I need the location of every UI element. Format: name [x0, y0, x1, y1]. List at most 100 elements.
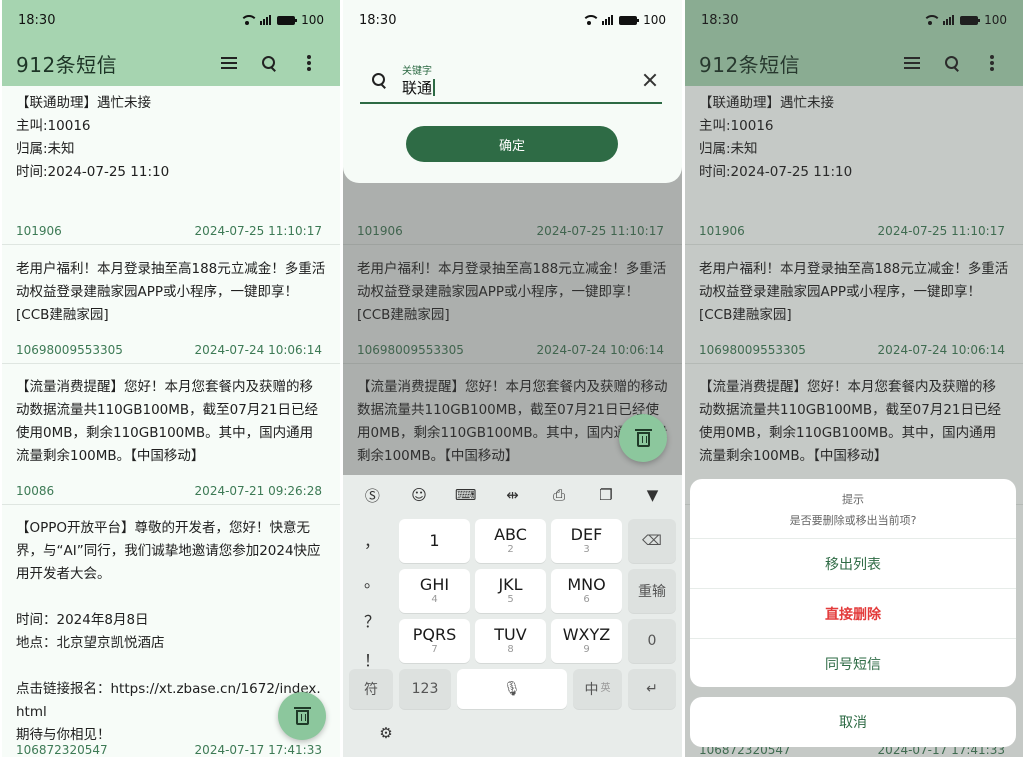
list-item[interactable]: 【联通助理】遇忙未接 主叫:10016 归属:未知 时间:2024-07-25 … — [2, 86, 340, 245]
key-label: 重输 — [638, 584, 666, 600]
search-icon — [262, 56, 276, 70]
key-6[interactable]: MNO 6 — [551, 569, 622, 613]
clipboard-icon[interactable]: ❐ — [593, 482, 619, 508]
signal-icon — [260, 15, 272, 25]
enter-icon: ↵ — [646, 681, 658, 697]
cursor-move-icon[interactable]: ⇹ — [499, 482, 525, 508]
microphone-icon: 🎙 — [503, 681, 521, 697]
app-bar: 912条短信 — [2, 40, 340, 86]
enter-key[interactable]: ↵ — [628, 669, 676, 709]
ime-logo-icon[interactable]: Ⓢ — [359, 482, 385, 508]
collapse-icon[interactable]: ▼ — [640, 482, 666, 508]
key-label: 0 — [647, 633, 657, 649]
key-label: PQRS — [412, 625, 457, 644]
message-time: 2024-07-24 10:06:14 — [194, 343, 322, 357]
key-digit: 4 — [431, 594, 438, 605]
message-sender: 106872320547 — [16, 743, 108, 757]
key-5[interactable]: JKL 5 — [475, 569, 546, 613]
bookmark-icon[interactable]: ⎙ — [546, 482, 572, 508]
key-label: 中 — [584, 682, 599, 698]
cancel-button[interactable]: 取消 — [690, 697, 1016, 747]
keyword-label: 关键字 — [402, 66, 432, 77]
key-label: TUV — [494, 625, 527, 644]
message-time: 2024-07-21 09:26:28 — [194, 484, 322, 498]
backspace-key[interactable]: ⌫ — [628, 519, 676, 563]
keyboard: Ⓢ ☺ ⌨ ⇹ ⎙ ❐ ▼ ， 。 ？ ！ 1 ABC 2 DEF 3 ⌫ GHI 4… — [343, 475, 682, 757]
key-3[interactable]: DEF 3 — [551, 519, 622, 563]
confirm-button[interactable]: 确定 — [406, 126, 618, 162]
status-bar: 18:30 100 — [343, 0, 682, 40]
key-label-alt: 英 — [600, 683, 611, 694]
keyboard-toolbar: Ⓢ ☺ ⌨ ⇹ ⎙ ❐ ▼ — [343, 475, 682, 515]
status-bar: 18:30 100 — [2, 0, 340, 40]
search-screen: 【联通助理】遇忙未接 主叫:10016 归属:未知 时间:2024-07-25 … — [343, 0, 682, 757]
dialog-message: 是否要删除或移出当前项? — [789, 514, 917, 527]
signal-icon — [602, 15, 614, 25]
message-list-screen: 18:30 100 912条短信 【联通助理】遇忙未接 主叫:10016 归属:… — [2, 0, 340, 757]
key-digit: 7 — [431, 644, 438, 655]
key-period[interactable]: 。 — [351, 560, 393, 600]
text-caret — [433, 79, 435, 96]
status-time: 18:30 — [359, 12, 397, 28]
key-2[interactable]: ABC 2 — [475, 519, 546, 563]
reinput-key[interactable]: 重输 — [628, 569, 676, 613]
number-key[interactable]: 123 — [399, 669, 451, 709]
list-item[interactable]: 老用户福利！本月登录抽至高188元立减金！多重活动权益登录建融家园APP或小程序… — [2, 245, 340, 364]
delete-fab[interactable] — [278, 692, 326, 740]
search-icon — [372, 73, 386, 87]
key-label: 符 — [364, 682, 378, 698]
key-label: JKL — [498, 575, 523, 594]
key-8[interactable]: TUV 8 — [475, 619, 546, 663]
key-label: 1 — [429, 531, 440, 550]
key-label: DEF — [570, 525, 603, 544]
more-button[interactable] — [292, 46, 326, 80]
message-body: 【流量消费提醒】您好！本月您套餐内及获赠的移动数据流量共110GB100MB，截… — [16, 379, 319, 464]
key-1[interactable]: 1 — [399, 519, 470, 563]
ime-settings-icon[interactable]: ⚙ — [373, 720, 399, 746]
key-9[interactable]: WXYZ 9 — [551, 619, 622, 663]
battery-level: 100 — [643, 13, 666, 27]
backspace-icon: ⌫ — [642, 533, 662, 549]
key-4[interactable]: GHI 4 — [399, 569, 470, 613]
more-vert-icon — [307, 55, 311, 71]
key-0[interactable]: 0 — [628, 619, 676, 663]
key-digit: 8 — [507, 644, 514, 655]
search-button[interactable] — [252, 46, 286, 80]
status-time: 18:30 — [18, 12, 56, 28]
battery-icon — [277, 15, 298, 25]
key-7[interactable]: PQRS 7 — [399, 619, 470, 663]
language-key[interactable]: 中英 — [573, 669, 622, 709]
key-label: GHI — [419, 575, 450, 594]
action-dialog: 提示 是否要删除或移出当前项? 移出列表 直接删除 同号短信 — [690, 479, 1016, 687]
delete-button[interactable]: 直接删除 — [690, 588, 1016, 638]
dialog-title: 提示 — [842, 493, 864, 506]
delete-fab[interactable] — [619, 414, 667, 462]
same-number-button[interactable]: 同号短信 — [690, 638, 1016, 687]
emoji-icon[interactable]: ☺ — [406, 482, 432, 508]
message-body: 老用户福利！本月登录抽至高188元立减金！多重活动权益登录建融家园APP或小程序… — [16, 261, 326, 323]
message-sender: 10086 — [16, 484, 55, 498]
key-label: 123 — [411, 681, 439, 697]
key-comma[interactable]: ， — [351, 520, 393, 560]
message-time: 2024-07-17 17:41:33 — [194, 743, 322, 757]
search-sheet: 18:30 100 关键字 联通 确定 — [343, 0, 682, 183]
space-key[interactable]: 🎙 — [457, 669, 567, 709]
message-time: 2024-07-25 11:10:17 — [194, 224, 322, 238]
list-button[interactable] — [212, 46, 246, 80]
key-label: MNO — [567, 575, 606, 594]
key-digit: 9 — [583, 644, 590, 655]
key-label: ABC — [494, 525, 527, 544]
key-digit: 5 — [507, 594, 514, 605]
wifi-icon — [240, 15, 259, 25]
symbol-key[interactable]: 符 — [349, 669, 393, 709]
list-icon — [221, 57, 237, 69]
list-item[interactable]: 【流量消费提醒】您好！本月您套餐内及获赠的移动数据流量共110GB100MB，截… — [2, 364, 340, 505]
key-question[interactable]: ？ — [351, 600, 393, 640]
keyword-input[interactable]: 联通 — [402, 79, 432, 97]
keyword-field[interactable]: 关键字 联通 — [360, 60, 662, 104]
remove-from-list-button[interactable]: 移出列表 — [690, 538, 1016, 588]
keyboard-icon[interactable]: ⌨ — [453, 482, 479, 508]
battery-icon — [619, 15, 640, 25]
key-digit: 2 — [507, 544, 514, 555]
clear-icon[interactable] — [642, 72, 658, 88]
